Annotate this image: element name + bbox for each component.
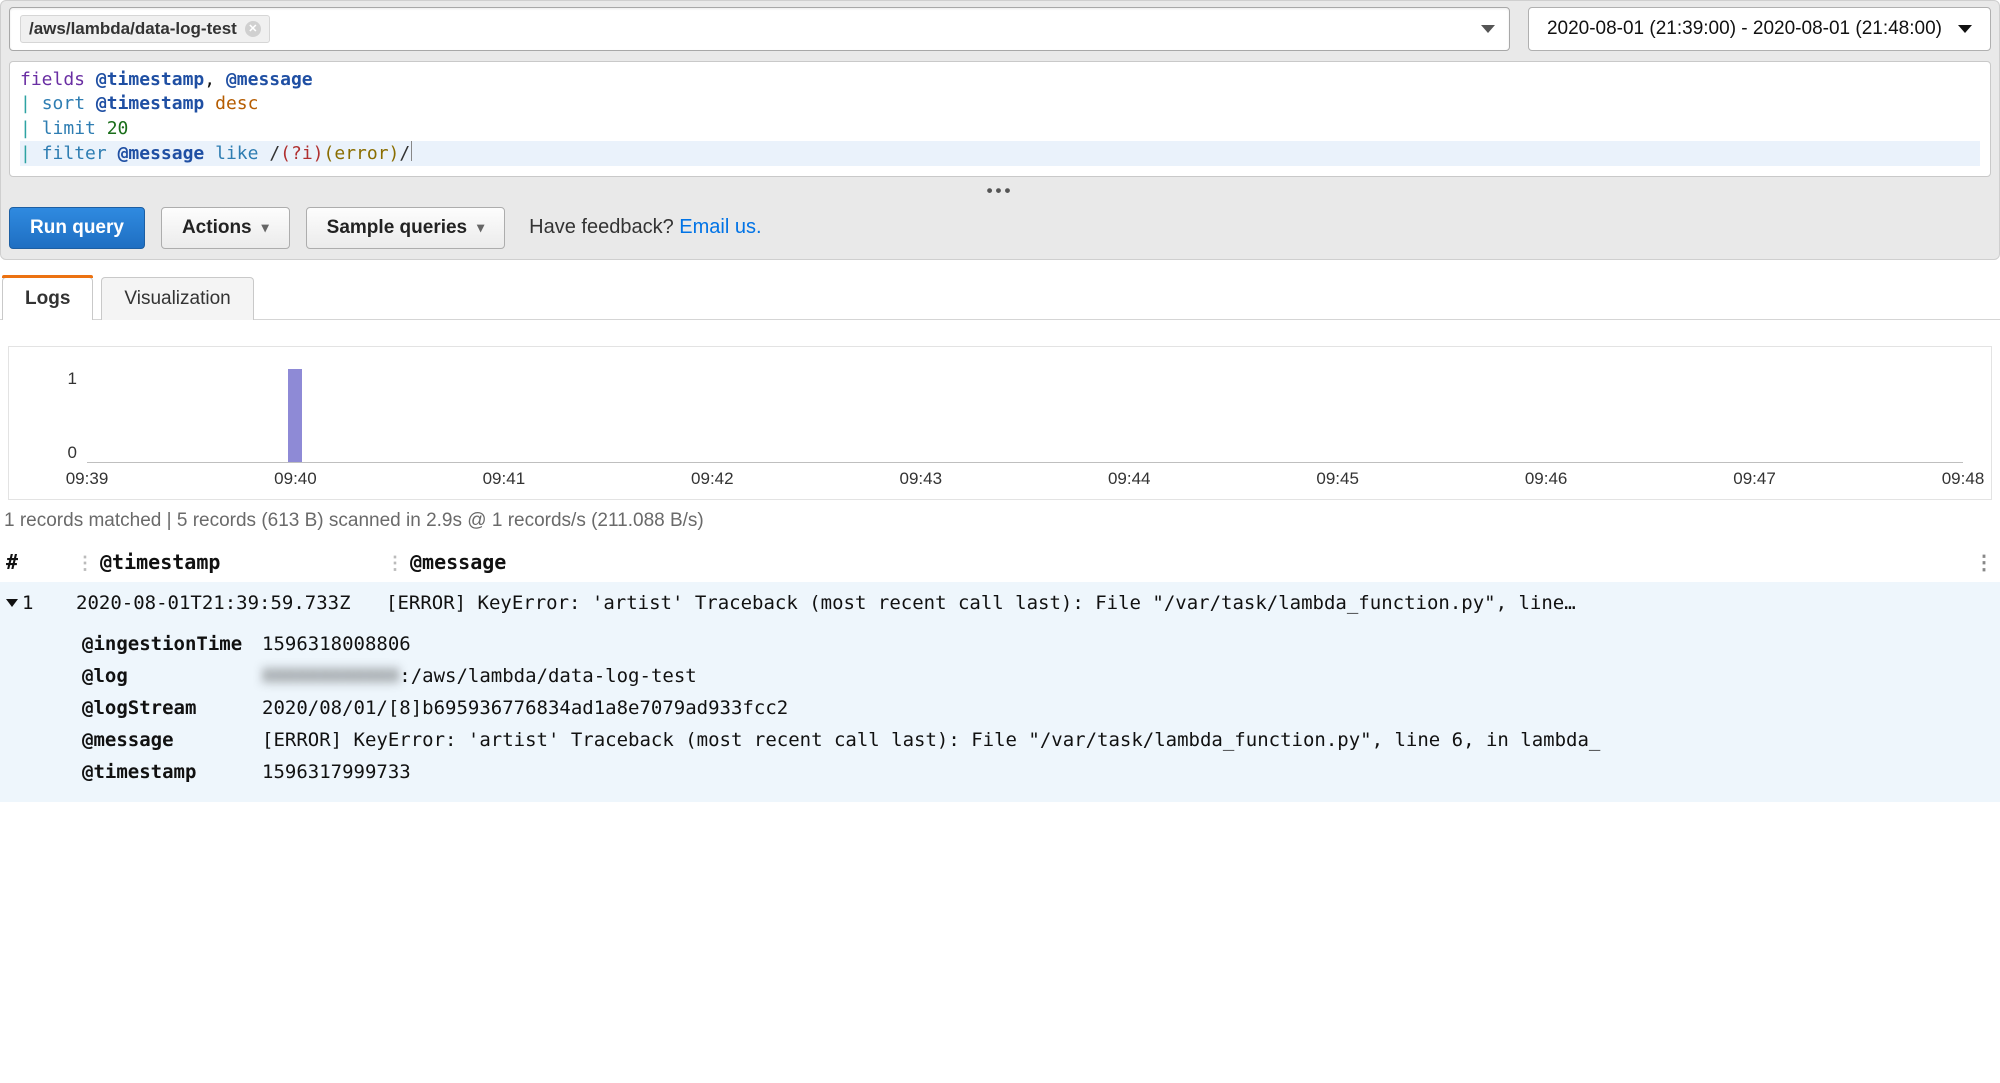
text-cursor-icon [411, 141, 412, 161]
detail-log-stream: @logStream2020/08/01/[8]b695936776834ad1… [6, 692, 1994, 724]
time-range-label: 2020-08-01 (21:39:00) - 2020-08-01 (21:4… [1547, 18, 1942, 40]
table-header: # ⋮@timestamp ⋮@message ⋮ [0, 542, 2000, 582]
row-expand-toggle[interactable]: 1 [6, 592, 76, 614]
log-group-chip[interactable]: /aws/lambda/data-log-test ✕ [20, 15, 270, 43]
query-editor[interactable]: fields @timestamp, @message | sort @time… [9, 61, 1991, 177]
remove-chip-icon[interactable]: ✕ [245, 21, 261, 37]
chevron-down-icon [1958, 25, 1972, 33]
x-tick: 09:40 [274, 469, 317, 489]
histogram-chart: 10 09:3909:4009:4109:4209:4309:4409:4509… [8, 346, 1992, 500]
col-message[interactable]: ⋮@message [386, 550, 1994, 574]
drag-handle-icon[interactable]: ⋮ [386, 553, 410, 574]
x-tick: 09:41 [483, 469, 526, 489]
chevron-down-icon: ▾ [477, 219, 484, 236]
results-table: # ⋮@timestamp ⋮@message ⋮ 1 2020-08-01T2… [0, 542, 2000, 802]
tab-logs[interactable]: Logs [2, 277, 93, 320]
chevron-down-icon [6, 599, 18, 607]
log-group-select[interactable]: /aws/lambda/data-log-test ✕ [9, 7, 1510, 51]
tab-visualization[interactable]: Visualization [101, 277, 253, 320]
row-details: @ingestionTime1596318008806 @logXXXXXXXX… [0, 624, 2000, 802]
histogram-bar[interactable] [288, 369, 302, 462]
query-line-2: | sort @timestamp desc [20, 92, 1980, 116]
col-idx: # [6, 550, 76, 574]
x-tick: 09:45 [1316, 469, 1359, 489]
detail-ingestion-time: @ingestionTime1596318008806 [6, 628, 1994, 660]
x-tick: 09:44 [1108, 469, 1151, 489]
column-options-icon[interactable]: ⋮ [1974, 550, 1994, 574]
detail-timestamp: @timestamp1596317999733 [6, 756, 1994, 788]
detail-log: @logXXXXXXXXXXXX:/aws/lambda/data-log-te… [6, 660, 1994, 692]
run-query-button[interactable]: Run query [9, 207, 145, 249]
log-group-chip-label: /aws/lambda/data-log-test [29, 19, 237, 39]
col-timestamp[interactable]: ⋮@timestamp [76, 550, 386, 574]
editor-drag-handle[interactable]: ••• [9, 177, 1991, 207]
chevron-down-icon: ▾ [262, 219, 269, 236]
email-us-link[interactable]: Email us. [679, 216, 761, 238]
x-tick: 09:48 [1942, 469, 1985, 489]
x-tick: 09:47 [1733, 469, 1776, 489]
scan-summary: 1 records matched | 5 records (613 B) sc… [4, 510, 1996, 532]
time-range-select[interactable]: 2020-08-01 (21:39:00) - 2020-08-01 (21:4… [1528, 7, 1991, 51]
query-line-1: fields @timestamp, @message [20, 68, 1980, 92]
query-panel: /aws/lambda/data-log-test ✕ 2020-08-01 (… [0, 0, 2000, 260]
x-tick: 09:39 [66, 469, 109, 489]
query-line-3: | limit 20 [20, 117, 1980, 141]
results-tabs: Logs Visualization [0, 276, 2000, 320]
cell-message: [ERROR] KeyError: 'artist' Traceback (mo… [386, 592, 1994, 614]
actions-button[interactable]: Actions▾ [161, 207, 290, 249]
query-line-4: | filter @message like /(?i)(error)/ [20, 141, 1980, 166]
x-tick: 09:42 [691, 469, 734, 489]
x-tick: 09:46 [1525, 469, 1568, 489]
drag-handle-icon[interactable]: ⋮ [76, 553, 100, 574]
cell-timestamp: 2020-08-01T21:39:59.733Z [76, 592, 386, 614]
sample-queries-button[interactable]: Sample queries▾ [306, 207, 505, 249]
detail-message: @message[ERROR] KeyError: 'artist' Trace… [6, 724, 1994, 756]
x-tick: 09:43 [899, 469, 942, 489]
table-row[interactable]: 1 2020-08-01T21:39:59.733Z [ERROR] KeyEr… [0, 582, 2000, 624]
selector-row: /aws/lambda/data-log-test ✕ 2020-08-01 (… [9, 7, 1991, 51]
action-row: Run query Actions▾ Sample queries▾ Have … [9, 207, 1991, 249]
feedback-text: Have feedback? Email us. [529, 216, 761, 239]
chevron-down-icon [1481, 25, 1495, 33]
